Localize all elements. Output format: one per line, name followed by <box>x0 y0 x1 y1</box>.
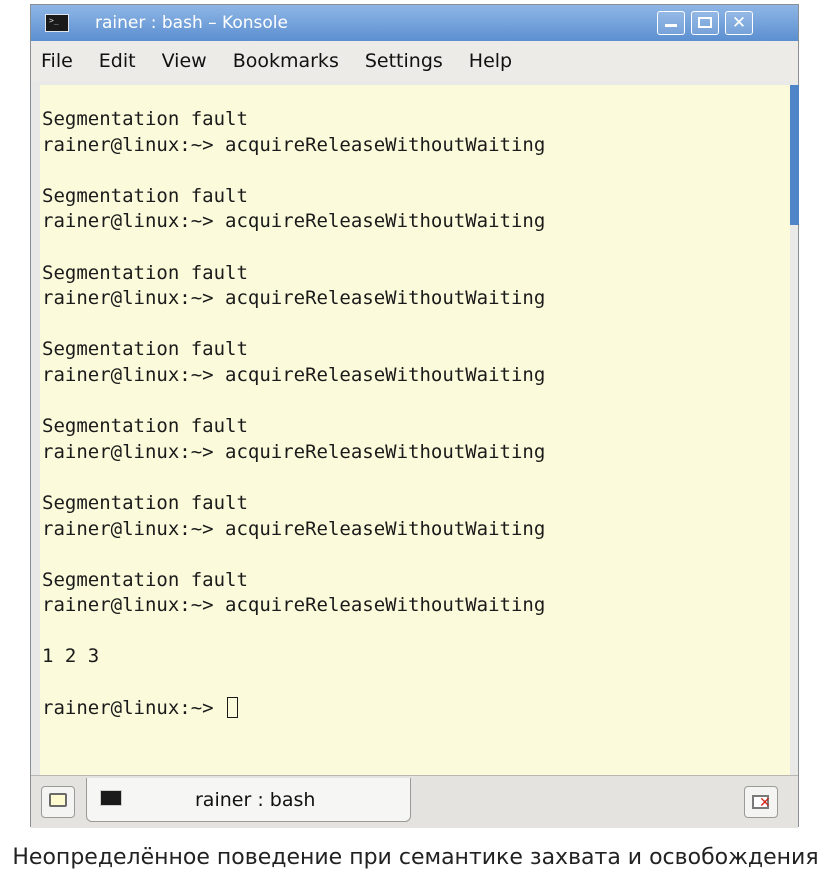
menu-bookmarks[interactable]: Bookmarks <box>233 50 339 72</box>
terminal-line: Segmentation fault <box>42 261 248 284</box>
prompt-text: rainer@linux:~> <box>42 696 226 719</box>
terminal-line: 1 2 3 <box>42 645 100 668</box>
terminal-output[interactable]: Segmentation fault rainer@linux:~> acqui… <box>40 85 790 775</box>
terminal-line: Segmentation fault <box>42 491 248 514</box>
menu-bar: File Edit View Bookmarks Settings Help <box>31 41 798 81</box>
new-tab-icon <box>49 793 67 807</box>
terminal-line: rainer@linux:~> acquireReleaseWithoutWai… <box>42 287 546 310</box>
new-tab-button[interactable] <box>41 786 75 818</box>
konsole-window: >_ rainer : bash – Konsole ✕ File Edit V… <box>30 4 799 828</box>
terminal-lines: Segmentation fault rainer@linux:~> acqui… <box>42 107 545 721</box>
minimize-button[interactable] <box>657 11 685 35</box>
terminal-line: rainer@linux:~> acquireReleaseWithoutWai… <box>42 594 546 617</box>
terminal-line: Segmentation fault <box>42 108 248 130</box>
close-tab-button[interactable]: ✕ <box>744 786 778 818</box>
terminal-line: Segmentation fault <box>42 184 248 207</box>
terminal-line: rainer@linux:~> acquireReleaseWithoutWai… <box>42 133 546 156</box>
window-title: rainer : bash – Konsole <box>95 13 288 33</box>
terminal-line: rainer@linux:~> acquireReleaseWithoutWai… <box>42 440 546 463</box>
tab-bar: rainer : bash ✕ <box>31 775 798 828</box>
tab-rainer-bash[interactable]: rainer : bash <box>86 778 411 822</box>
close-icon: ✕ <box>731 13 747 33</box>
tab-label: rainer : bash <box>195 789 316 811</box>
terminal-line: rainer@linux:~> acquireReleaseWithoutWai… <box>42 517 546 540</box>
scrollbar[interactable] <box>790 85 799 225</box>
terminal-icon[interactable]: >_ <box>45 14 69 32</box>
prompt-line[interactable]: rainer@linux:~> <box>42 696 545 722</box>
terminal-line: Segmentation fault <box>42 415 248 438</box>
terminal-icon <box>100 790 122 806</box>
menu-settings[interactable]: Settings <box>365 50 443 72</box>
cursor <box>227 696 239 718</box>
figure-caption: Неопределённое поведение при семантике з… <box>12 845 819 870</box>
terminal-line: rainer@linux:~> acquireReleaseWithoutWai… <box>42 210 546 233</box>
maximize-icon <box>698 17 712 28</box>
close-button[interactable]: ✕ <box>725 11 753 35</box>
menu-view[interactable]: View <box>162 50 207 72</box>
menu-file[interactable]: File <box>41 50 73 72</box>
menu-help[interactable]: Help <box>469 50 512 72</box>
minimize-icon <box>665 24 677 27</box>
terminal-line: Segmentation fault <box>42 568 248 591</box>
terminal-line: Segmentation fault <box>42 338 248 361</box>
terminal-line: rainer@linux:~> acquireReleaseWithoutWai… <box>42 363 546 386</box>
menu-edit[interactable]: Edit <box>99 50 136 72</box>
maximize-button[interactable] <box>691 11 719 35</box>
title-bar[interactable]: >_ rainer : bash – Konsole ✕ <box>31 5 798 41</box>
